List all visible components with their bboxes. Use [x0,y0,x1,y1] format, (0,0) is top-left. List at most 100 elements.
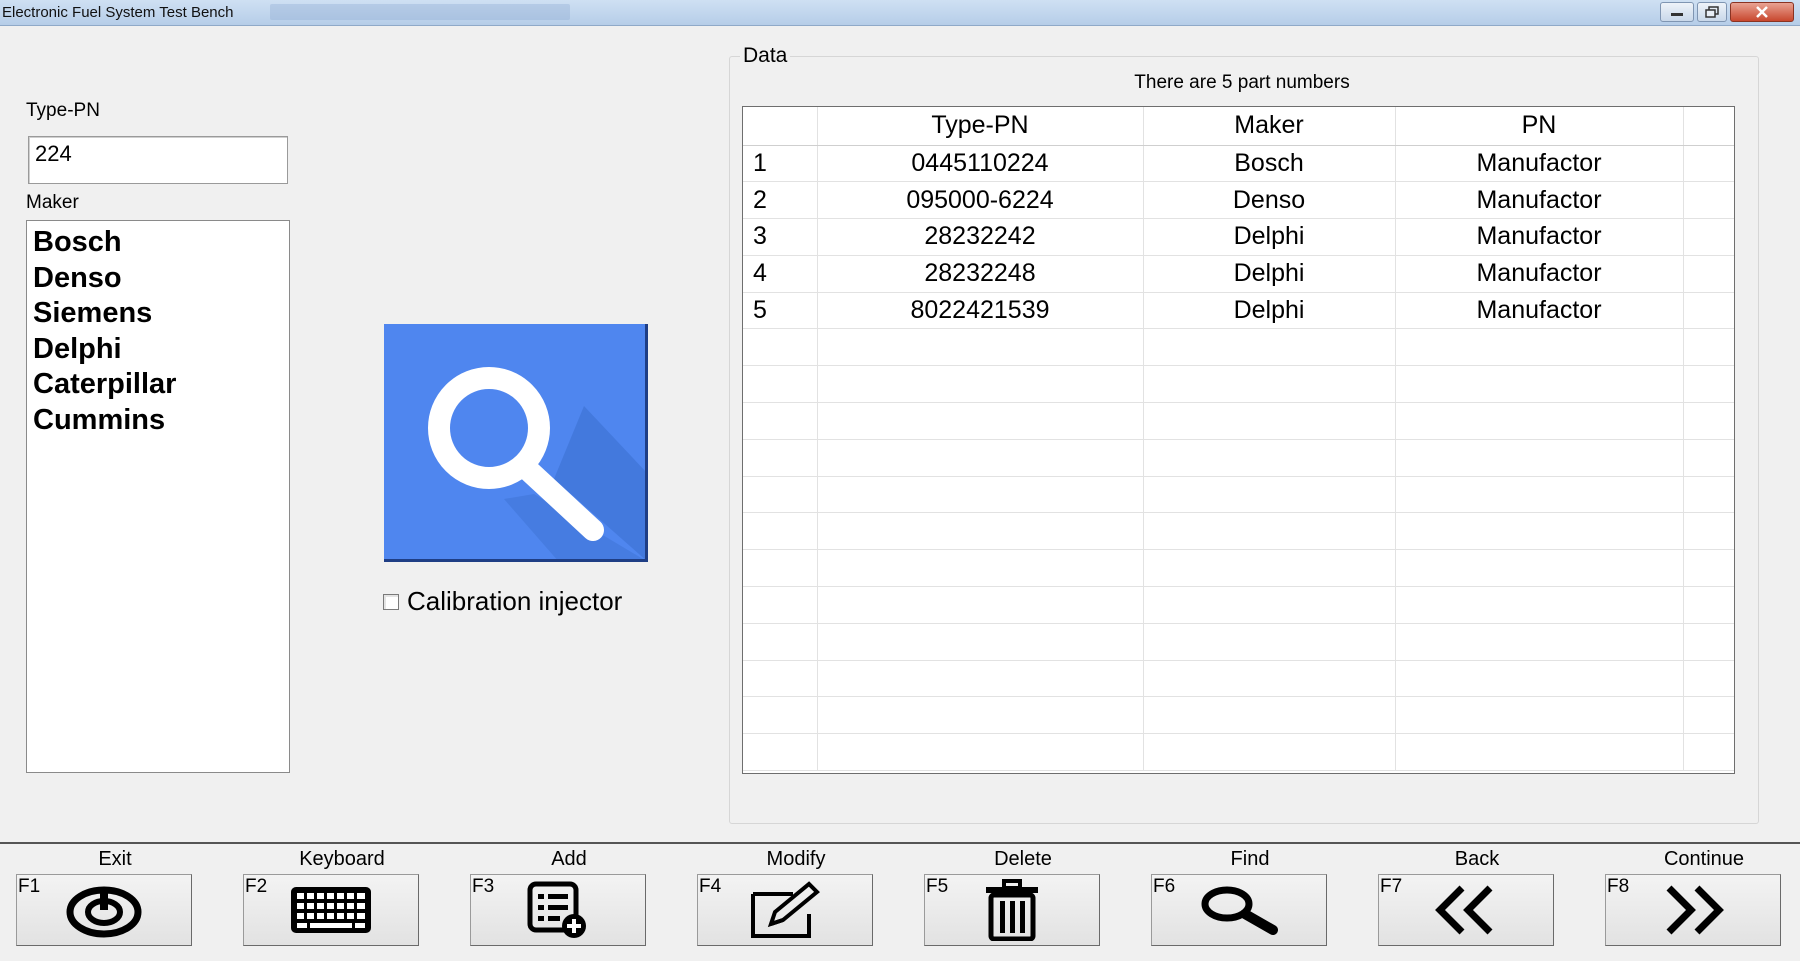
close-button[interactable] [1730,2,1794,22]
empty-table-row [743,439,1734,477]
empty-table-row [743,623,1734,661]
f6-key-number: F6 [1153,876,1176,897]
maker-item-caterpillar[interactable]: Caterpillar [33,367,283,403]
window-title: Electronic Fuel System Test Bench [2,4,234,21]
cell-pn: Manufactor [1395,145,1684,183]
f2-keyboard-key: Keyboard F2 [243,846,419,956]
col-header-maker[interactable]: Maker [1143,107,1396,146]
parts-grid[interactable]: Type-PN Maker PN 1 0445110224 Bosch Manu… [742,106,1735,774]
minimize-button[interactable] [1660,2,1694,22]
maker-item-denso[interactable]: Denso [33,261,283,297]
empty-table-row [743,365,1734,404]
f4-label: Modify [766,848,826,870]
type-pn-input[interactable]: 224 [28,136,288,184]
f1-key-number: F1 [18,876,41,897]
f6-find-key: Find F6 [1151,846,1327,956]
cell-type-pn: 0445110224 [817,145,1144,183]
f8-key-number: F8 [1607,876,1630,897]
modify-button[interactable] [697,874,873,946]
cell-type-pn: 095000-6224 [817,181,1144,220]
f2-label: Keyboard [299,848,385,870]
title-bar: Electronic Fuel System Test Bench [0,0,1800,26]
find-button[interactable] [1151,874,1327,946]
empty-table-row [743,586,1734,624]
cell-maker: Denso [1143,181,1396,220]
maker-item-siemens[interactable]: Siemens [33,296,283,332]
f1-label: Exit [98,848,132,870]
cell-pn: Manufactor [1395,181,1684,220]
delete-button[interactable] [924,874,1100,946]
cell-maker: Delphi [1143,292,1396,330]
cell-type-pn: 8022421539 [817,292,1144,330]
cell-pn: Manufactor [1395,292,1684,330]
continue-button[interactable] [1605,874,1781,946]
maker-item-delphi[interactable]: Delphi [33,332,283,368]
col-header-pn[interactable]: PN [1395,107,1684,146]
exit-button[interactable] [16,874,192,946]
data-group-title: Data [740,44,791,68]
cell-index: 5 [743,292,818,330]
function-bar-separator [0,842,1800,844]
grid-header-row: Type-PN Maker PN [743,107,1734,146]
restore-button[interactable] [1697,2,1727,22]
cell-index: 1 [743,145,818,183]
table-row[interactable]: 2 095000-6224 Denso Manufactor [743,181,1734,220]
table-row[interactable]: 3 28232242 Delphi Manufactor [743,218,1734,256]
f7-label: Back [1454,848,1500,870]
taskbar-ghost [270,4,570,20]
f3-label: Add [551,848,587,870]
keyboard-icon [291,887,371,933]
f7-back-key: Back F7 [1378,846,1554,956]
f1-exit-key: Exit F1 [16,846,192,956]
keyboard-button[interactable] [243,874,419,946]
table-row[interactable]: 5 8022421539 Delphi Manufactor [743,292,1734,330]
empty-table-row [743,696,1734,735]
col-header-index[interactable] [743,107,818,146]
magnifier-icon [1201,886,1278,935]
f8-continue-key: Continue F8 [1605,846,1781,956]
f2-key-number: F2 [245,876,268,897]
empty-table-row [743,402,1734,440]
col-header-type-pn[interactable]: Type-PN [817,107,1144,146]
double-chevron-left-icon [1435,885,1493,935]
empty-table-row [743,660,1734,698]
empty-table-row [743,512,1734,551]
add-button[interactable] [470,874,646,946]
cell-pn: Manufactor [1395,255,1684,293]
cell-maker: Bosch [1143,145,1396,183]
cell-index: 3 [743,218,818,256]
f3-key-number: F3 [472,876,495,897]
f6-label: Find [1230,848,1270,870]
f5-label: Delete [994,848,1052,870]
cell-index: 2 [743,181,818,220]
calibration-injector-checkbox[interactable] [383,593,399,610]
f5-delete-key: Delete F5 [924,846,1100,956]
maker-item-cummins[interactable]: Cummins [33,403,283,439]
table-row[interactable]: 4 28232248 Delphi Manufactor [743,255,1734,293]
f8-label: Continue [1663,848,1745,870]
restore-icon [1705,6,1719,18]
edit-icon [751,881,820,938]
f4-key-number: F4 [699,876,722,897]
power-icon [66,886,142,938]
cell-pn: Manufactor [1395,218,1684,256]
double-chevron-right-icon [1666,885,1724,935]
close-icon [1756,6,1768,18]
empty-table-row [743,549,1734,588]
maker-label: Maker [26,192,79,213]
calibration-injector-option[interactable]: Calibration injector [383,586,622,617]
empty-table-row [743,733,1734,772]
cell-maker: Delphi [1143,218,1396,256]
empty-table-row [743,328,1734,367]
maker-item-bosch[interactable]: Bosch [33,225,283,261]
maker-listbox[interactable]: Bosch Denso Siemens Delphi Caterpillar C… [26,220,290,773]
col-header-empty [1683,107,1734,146]
minimize-icon [1671,13,1683,16]
search-icon [428,367,645,559]
table-row[interactable]: 1 0445110224 Bosch Manufactor [743,145,1734,183]
empty-table-row [743,476,1734,514]
cell-maker: Delphi [1143,255,1396,293]
search-button[interactable] [384,324,648,562]
add-list-icon [527,881,586,938]
back-button[interactable] [1378,874,1554,946]
